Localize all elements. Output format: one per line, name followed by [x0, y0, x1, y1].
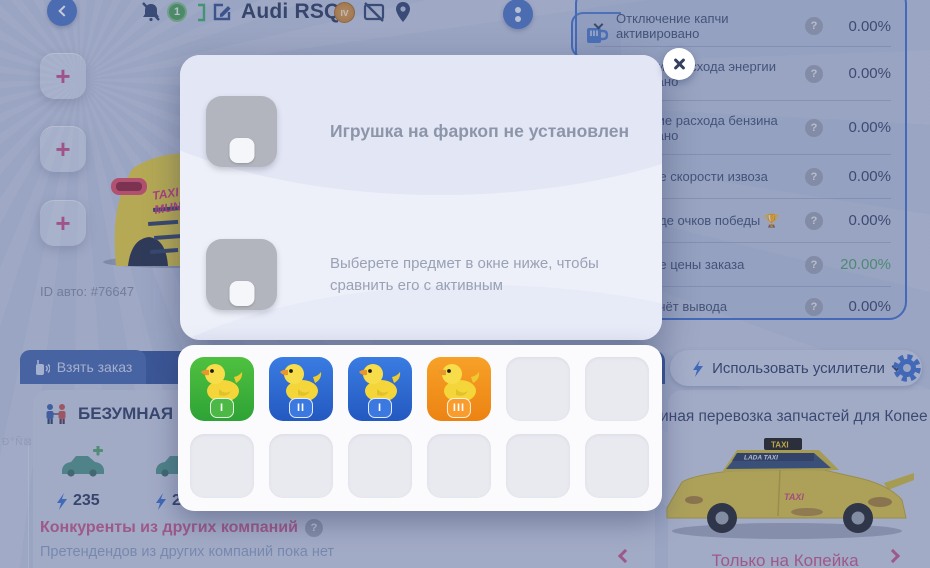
promo-footer-label: Только на Копейка	[655, 551, 915, 568]
settings-button[interactable]	[891, 352, 923, 389]
bonus-value: 0.00%	[831, 168, 891, 185]
help-icon[interactable]: ?	[805, 17, 823, 35]
plus-icon: +	[55, 134, 70, 165]
lightning-icon	[155, 493, 167, 510]
inventory-slot-empty	[585, 434, 649, 498]
taxi-car-image: LADA TAXI TAXI TAXI	[652, 428, 924, 546]
edit-car-name-button[interactable]	[211, 1, 233, 28]
help-icon[interactable]: ?	[805, 65, 823, 83]
inventory-slot-empty	[427, 434, 491, 498]
inventory-slot-empty	[190, 434, 254, 498]
bonus-value: 20.00%	[831, 256, 891, 273]
couple-icon	[43, 403, 69, 425]
item-level-badge: II	[289, 398, 313, 418]
dot-icon	[515, 7, 521, 13]
gear-icon	[891, 352, 923, 384]
item-level-badge: I	[210, 398, 234, 418]
left-edge-panel	[0, 440, 29, 568]
competitors-title-text: Конкуренты из других компаний	[40, 519, 298, 537]
dot-icon	[515, 16, 521, 22]
game-screen: 1 Audi RSQ IV + + + ID авто: #76647	[0, 0, 930, 568]
energy-value: 235	[73, 492, 100, 510]
svg-text:LADA TAXI: LADA TAXI	[744, 455, 778, 462]
inventory-slot-empty	[585, 357, 649, 421]
add-slot-button-2[interactable]: +	[40, 126, 86, 172]
help-icon[interactable]: ?	[805, 119, 823, 137]
competitors-title: Конкуренты из других компаний ?	[40, 519, 323, 537]
stats-icon[interactable]	[194, 3, 208, 27]
item-level-badge: III	[447, 398, 471, 418]
bell-slash-icon	[140, 1, 162, 23]
empty-item-slot[interactable]	[206, 239, 277, 310]
inventory-panel: I II I	[178, 345, 662, 511]
radio-icon	[34, 359, 50, 376]
edit-icon	[211, 1, 233, 23]
car-id-label: ID авто: #76647	[40, 284, 134, 299]
item-compare-modal: Игрушка на фаркоп не установлен Выберете…	[180, 55, 662, 340]
mini-slot-icon	[229, 138, 254, 163]
hide-image-button[interactable]	[362, 1, 386, 28]
bonus-label: Отключение капчи активировано	[616, 11, 797, 41]
mini-slot-icon	[229, 281, 254, 306]
inventory-item-duck[interactable]: I	[190, 357, 254, 421]
help-icon[interactable]: ?	[805, 212, 823, 230]
item-level-badge: I	[368, 398, 392, 418]
inventory-slot-empty	[348, 434, 412, 498]
inventory-slot-empty	[506, 434, 570, 498]
inventory-slot-empty	[269, 434, 333, 498]
energy-cost-1: 235	[56, 492, 100, 510]
car-title: Audi RSQ	[241, 0, 341, 24]
add-slot-button-3[interactable]: +	[40, 200, 86, 246]
close-modal-button[interactable]	[663, 48, 695, 80]
promo-subtitle: иная перевозка запчастей для Копеек	[660, 408, 928, 426]
svg-text:TAXI: TAXI	[771, 441, 789, 450]
car-rank-badge[interactable]: IV	[334, 2, 355, 23]
use-boosters-button[interactable]: Использовать усилители	[670, 350, 922, 386]
chevron-left-icon	[58, 5, 69, 16]
inventory-item-duck[interactable]: I	[348, 357, 412, 421]
chevron-down-icon	[594, 20, 604, 30]
bracket-icon	[194, 3, 208, 22]
pin-icon	[393, 0, 413, 24]
bonus-value: 0.00%	[831, 119, 891, 136]
competitors-empty-note: Претендендов из других компаний пока нет	[40, 544, 334, 560]
no-image-icon	[362, 1, 386, 23]
help-icon[interactable]: ?	[805, 298, 823, 316]
bonus-value: 0.00%	[831, 18, 891, 35]
empty-item-slot[interactable]	[206, 96, 277, 167]
bonus-value: 0.00%	[831, 298, 891, 315]
more-options-button[interactable]	[503, 0, 533, 29]
back-button[interactable]	[47, 0, 77, 26]
compare-item-row: Выберете предмет в окне ниже, чтобы срав…	[206, 239, 640, 310]
plus-icon: +	[55, 61, 70, 92]
tab-take-order[interactable]: Взять заказ	[20, 350, 146, 384]
modal-title: Игрушка на фаркоп не установлен	[330, 121, 629, 142]
car-plus-icon	[58, 446, 104, 478]
use-boosters-label: Использовать усилители	[712, 360, 885, 377]
inventory-item-duck[interactable]: III	[427, 357, 491, 421]
close-icon	[672, 57, 686, 71]
glitch-text: Đ°Ñ⊠	[2, 437, 33, 448]
svg-text:TAXI: TAXI	[784, 492, 804, 502]
inventory-slot-empty	[506, 357, 570, 421]
bonus-value: 0.00%	[831, 212, 891, 229]
mute-notifications-icon[interactable]	[140, 1, 162, 28]
notification-count-badge[interactable]: 1	[167, 2, 187, 22]
add-slot-button-1[interactable]: +	[40, 53, 86, 99]
location-button[interactable]	[393, 0, 413, 29]
help-icon[interactable]: ?	[805, 168, 823, 186]
active-item-row: Игрушка на фаркоп не установлен	[206, 96, 629, 167]
lightning-icon	[692, 360, 704, 377]
help-icon[interactable]: ?	[805, 256, 823, 274]
lightning-icon	[56, 493, 68, 510]
bonus-value: 0.00%	[831, 65, 891, 82]
tab-take-order-label: Взять заказ	[57, 359, 133, 375]
modal-description: Выберете предмет в окне ниже, чтобы срав…	[330, 253, 640, 297]
inventory-item-duck[interactable]: II	[269, 357, 333, 421]
help-icon[interactable]: ?	[305, 519, 323, 537]
bonus-row-captcha[interactable]: Отключение капчи активировано ? 0.00%	[595, 6, 891, 46]
plus-icon: +	[55, 208, 70, 239]
